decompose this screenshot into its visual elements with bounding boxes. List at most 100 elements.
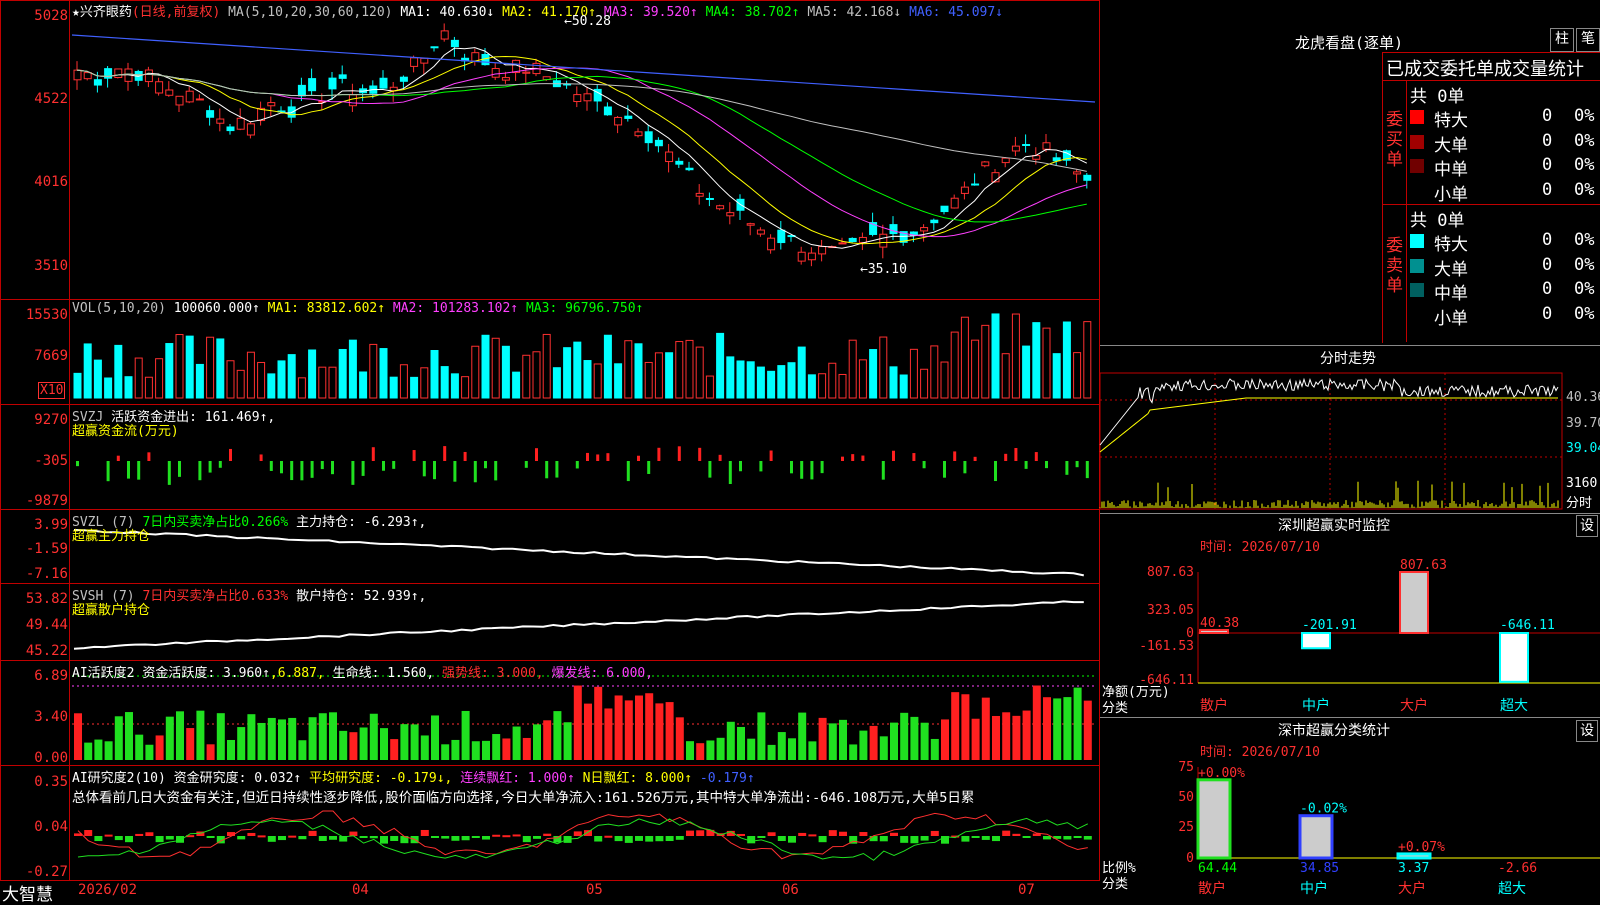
ai2-header: AI研究度2(10) 资金研究度: 0.032↑ 平均研究度: -0.179↓,… (72, 767, 755, 786)
research-avg-line (77, 817, 1089, 861)
research-bar (502, 835, 511, 838)
order-count: 0 (1542, 279, 1553, 299)
y-tick: 0.04 (34, 819, 68, 835)
flow-bar (320, 461, 324, 470)
research-bar (594, 836, 603, 842)
research-bar (818, 836, 827, 843)
intraday-panel[interactable] (1100, 345, 1600, 514)
brand-label: 大智慧 (2, 885, 53, 905)
volume-bar (1011, 313, 1020, 399)
volume-bar (818, 373, 827, 399)
volume-bar (746, 361, 755, 399)
volume-bar (614, 363, 623, 399)
flow-bar (463, 451, 467, 461)
monitor-settings-button[interactable]: 设 (1576, 515, 1598, 537)
volume-bar (246, 351, 255, 399)
candle (195, 98, 204, 101)
ma-item: MA5: 42.168↓ (799, 5, 902, 20)
order-count: 0 (1542, 179, 1553, 200)
ma-line (76, 67, 1087, 238)
candle (73, 69, 82, 81)
kline-header: ★兴齐眼药(日线,前复权) MA(5,10,20,30,60,120) MA1:… (72, 1, 1003, 20)
flow-bar (739, 461, 742, 472)
classify-settings-button[interactable]: 设 (1576, 720, 1598, 742)
research-bar (981, 836, 990, 840)
candle (981, 161, 990, 167)
candle (573, 94, 582, 103)
legend-swatch (1410, 183, 1424, 198)
volume-bar (767, 370, 776, 399)
flow-bar (412, 450, 416, 461)
flow-bar (443, 446, 447, 461)
activity-bar (828, 723, 837, 760)
legend-swatch (1410, 234, 1424, 248)
volume-bar (950, 331, 959, 399)
y-tick: -7.16 (25, 566, 68, 582)
ai1-burst: 爆发线: 6.000, (551, 666, 654, 681)
candle (144, 69, 153, 83)
ai2-avg: 平均研究度: -0.179↓, (309, 771, 453, 786)
activity-bar (941, 719, 949, 760)
candle (471, 52, 480, 62)
flow-bar (545, 461, 549, 479)
volume-bar (226, 360, 235, 399)
order-size-label: 特大 (1434, 111, 1468, 131)
activity-bar (818, 717, 827, 760)
activity-bar (747, 738, 756, 760)
flow-bar (106, 461, 110, 482)
volume-bar (165, 343, 174, 399)
buy-total: 共 0单 (1410, 87, 1465, 107)
activity-bar (186, 728, 195, 760)
research-bar (900, 836, 909, 843)
research-bar (533, 836, 541, 839)
order-pct: 0% (1574, 303, 1595, 324)
period-mode[interactable]: (日线,前复权) (132, 5, 220, 20)
volume-unit: X10 (38, 382, 66, 399)
ai1-header: AI活跃度2 资金活跃度: 3.960↑,6.887, 生命线: 1.560, … (72, 662, 653, 681)
sell-orders-label: 委卖单 (1386, 236, 1403, 296)
flow-bar (912, 453, 916, 461)
activity-bar (380, 728, 388, 760)
flow-bar (943, 461, 946, 478)
candle (797, 251, 806, 262)
volume-bar (257, 361, 266, 399)
flow-bar (1085, 461, 1089, 479)
bar-mode-button[interactable]: 柱 (1550, 28, 1574, 52)
activity-bar (1063, 697, 1072, 760)
ma-item: MA4: 38.702↑ (697, 5, 800, 20)
activity-bar (553, 711, 562, 760)
stock-title[interactable]: ★兴齐眼药 (72, 5, 132, 20)
research-bar (1083, 836, 1092, 840)
research-bar (747, 836, 756, 844)
order-size-label: 特大 (1434, 235, 1468, 255)
candle (1001, 157, 1010, 164)
dragon-title: 龙虎看盘(逐单) (1295, 34, 1404, 52)
volume-bar (899, 374, 908, 399)
research-bar (145, 832, 154, 836)
dragon-header: 已成交委托单成交量统计 (1386, 59, 1584, 80)
tick-mode-button[interactable]: 笔 (1576, 28, 1600, 52)
flow-bar (484, 461, 487, 469)
research-bar (655, 836, 664, 842)
classify-unit2: 分类 (1102, 877, 1129, 892)
candle (889, 224, 898, 235)
svzl-desc2: 主力持仓: (296, 515, 356, 530)
volume-bar (726, 356, 735, 399)
flow-bar (790, 461, 793, 474)
volume-bar (716, 332, 725, 399)
activity-bar (1002, 712, 1011, 760)
activity-bar (237, 727, 246, 760)
x-tick: 2026/02 (78, 882, 138, 898)
research-bar (522, 836, 531, 843)
candle (848, 237, 857, 243)
candle (746, 223, 755, 226)
activity-bar (981, 697, 990, 760)
volume-bar (940, 361, 949, 399)
volume-bar (185, 335, 194, 399)
research-bar (176, 836, 184, 843)
candle (379, 77, 388, 89)
svzl-sub: 超赢主力持仓 (72, 529, 151, 544)
research-bar (1012, 833, 1021, 836)
flow-bar (728, 461, 732, 485)
activity-bar (859, 730, 868, 760)
